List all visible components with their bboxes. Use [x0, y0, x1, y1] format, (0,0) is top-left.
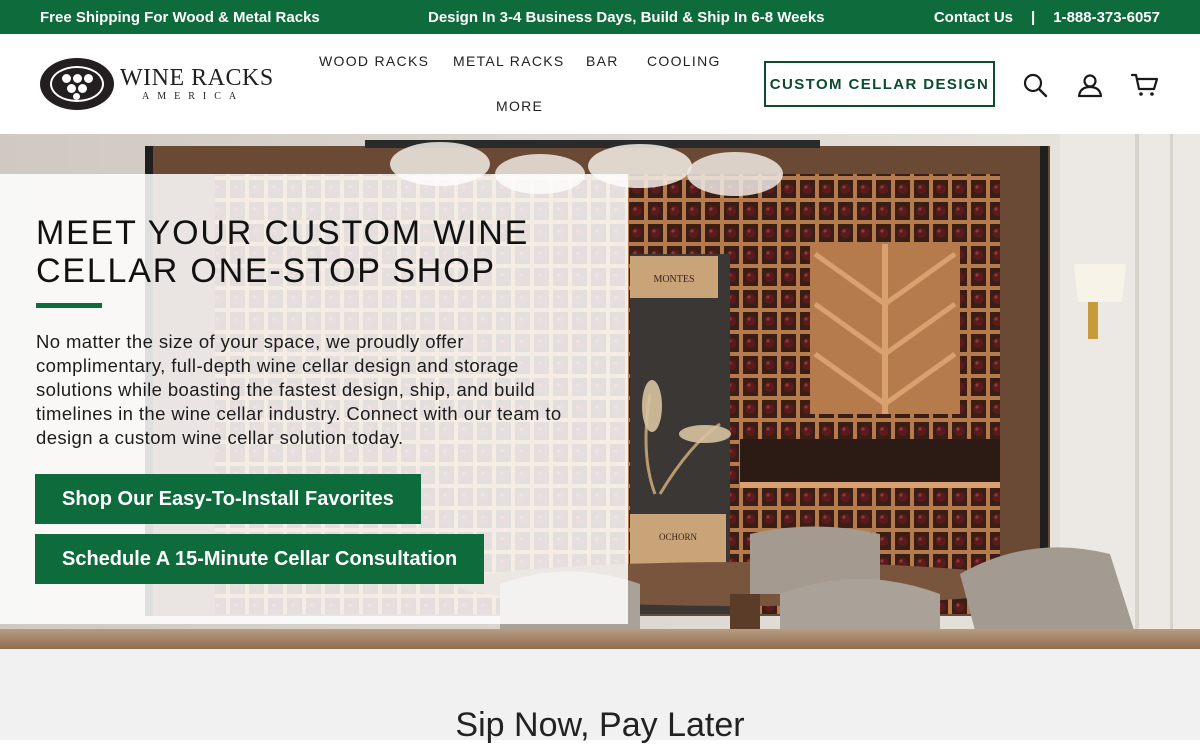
nav-cooling[interactable]: COOLING: [647, 53, 721, 69]
nav-bar[interactable]: BAR: [586, 53, 619, 69]
nav-metal-racks[interactable]: METAL RACKS: [453, 53, 565, 69]
hero-banner: MONTES OCHORN MEET YOUR CUSTOM WINE CELL…: [0, 134, 1200, 649]
search-icon[interactable]: [1022, 72, 1048, 98]
logo[interactable]: WINE RACKS AMERICA: [40, 58, 274, 110]
hero-title: MEET YOUR CUSTOM WINE CELLAR ONE-STOP SH…: [36, 214, 596, 290]
crate-label-ochorn: OCHORN: [659, 532, 698, 542]
shop-favorites-button[interactable]: Shop Our Easy-To-Install Favorites: [35, 474, 421, 524]
account-icon[interactable]: [1077, 72, 1103, 98]
free-shipping-text: Free Shipping For Wood & Metal Racks: [40, 9, 320, 26]
hero-description: No matter the size of your space, we pro…: [36, 331, 562, 448]
cart-icon[interactable]: [1131, 72, 1159, 98]
custom-cellar-design-button[interactable]: CUSTOM CELLAR DESIGN: [764, 61, 995, 107]
phone-link[interactable]: 1-888-373-6057: [1053, 9, 1160, 26]
topbar-divider: |: [1031, 9, 1036, 26]
logo-wordmark: WINE RACKS: [120, 65, 274, 91]
crate-label-montes: MONTES: [653, 274, 694, 285]
financing-section: Sip Now, Pay Later: [0, 649, 1200, 744]
hero-title-underline: [36, 303, 102, 308]
timeline-text: Design In 3-4 Business Days, Build & Shi…: [428, 9, 825, 26]
schedule-consultation-button[interactable]: Schedule A 15-Minute Cellar Consultation: [35, 534, 485, 584]
logo-subtitle: AMERICA: [142, 91, 245, 102]
hero-title-line2: CELLAR ONE-STOP SHOP: [36, 252, 496, 290]
logo-grape-icon: [40, 58, 114, 110]
contact-us-link[interactable]: Contact Us: [934, 9, 1013, 26]
site-header: WINE RACKS AMERICA WOOD RACKS METAL RACK…: [0, 34, 1200, 134]
nav-wood-racks[interactable]: WOOD RACKS: [319, 53, 429, 69]
nav-more[interactable]: MORE: [496, 98, 543, 114]
hero-title-line1: MEET YOUR CUSTOM WINE: [36, 214, 530, 252]
announcement-bar: Free Shipping For Wood & Metal Racks Des…: [0, 0, 1200, 34]
section-heading: Sip Now, Pay Later: [455, 706, 745, 744]
